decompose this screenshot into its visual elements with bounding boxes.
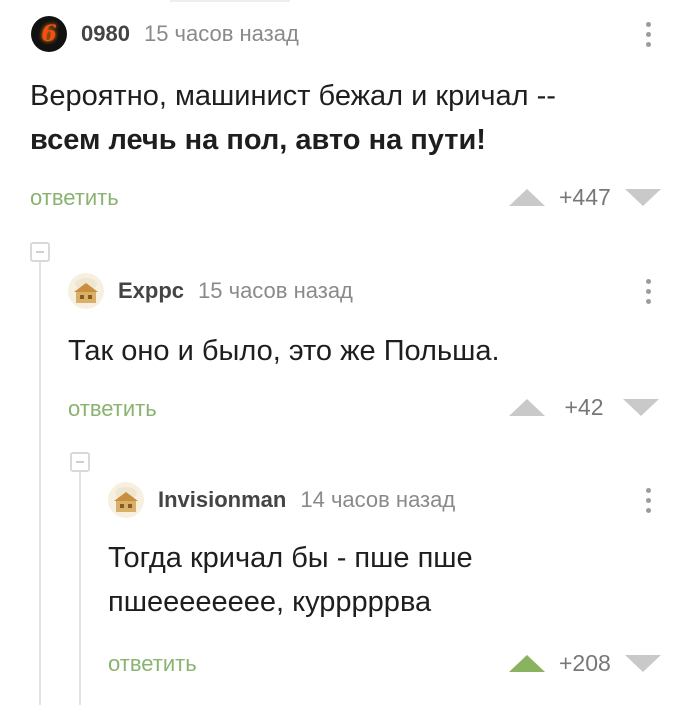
reply-button[interactable]: ответить <box>108 651 197 677</box>
reply-button[interactable]: ответить <box>68 396 157 422</box>
timestamp[interactable]: 15 часов назад <box>198 278 353 304</box>
more-options-icon[interactable] <box>638 273 658 309</box>
timestamp[interactable]: 14 часов назад <box>300 487 455 513</box>
comment-header: Invisionman 14 часов назад <box>108 482 455 518</box>
user-avatar[interactable] <box>108 482 144 518</box>
comment-text-bold: всем лечь на пол, авто на пути! <box>30 124 486 156</box>
rating-score: +42 <box>564 393 604 420</box>
comment-text: Тогда кричал бы - пше пше пшееееееее, ку… <box>108 536 668 624</box>
comment-text-line: Так оно и было, это же Польша. <box>68 335 500 367</box>
avatar-glyph: 6 <box>41 21 57 47</box>
rating-score: +208 <box>559 649 611 676</box>
collapse-thread-button[interactable] <box>70 452 90 472</box>
rating-block: +208 <box>509 648 661 678</box>
upvote-arrow-icon[interactable] <box>509 188 545 206</box>
thread-line-level-2 <box>79 472 81 705</box>
user-avatar[interactable] <box>68 273 104 309</box>
comment-header: 6 0980 15 часов назад <box>31 16 299 52</box>
rating-score: +447 <box>559 183 611 210</box>
comment-header: Exppc 15 часов назад <box>68 273 353 309</box>
reply-button[interactable]: ответить <box>30 185 119 211</box>
username[interactable]: Exppc <box>118 278 184 304</box>
comment-text-line: Вероятно, машинист бежал и кричал -- <box>30 80 556 112</box>
collapse-thread-button[interactable] <box>30 242 50 262</box>
more-options-icon[interactable] <box>638 16 658 52</box>
more-options-icon[interactable] <box>638 482 658 518</box>
comment-text: Вероятно, машинист бежал и кричал -- все… <box>30 74 670 162</box>
thread-line-top <box>170 0 290 2</box>
rating-block: +447 <box>509 182 661 212</box>
username[interactable]: 0980 <box>81 21 130 47</box>
downvote-arrow-icon[interactable] <box>624 654 661 672</box>
downvote-arrow-icon[interactable] <box>624 188 661 206</box>
thread-line-level-1 <box>39 262 41 705</box>
rating-block: +42 <box>509 392 659 422</box>
comment-text-line: пшееееееее, курррррва <box>108 586 432 618</box>
comment-text-line: Тогда кричал бы - пше пше <box>108 542 473 574</box>
user-avatar[interactable]: 6 <box>31 16 67 52</box>
upvote-arrow-icon[interactable] <box>509 654 545 672</box>
house-avatar-icon <box>74 278 98 303</box>
house-avatar-icon <box>114 487 138 512</box>
downvote-arrow-icon[interactable] <box>623 398 659 416</box>
comment-text: Так оно и было, это же Польша. <box>68 329 668 373</box>
upvote-arrow-icon[interactable] <box>509 398 545 416</box>
username[interactable]: Invisionman <box>158 487 286 513</box>
timestamp[interactable]: 15 часов назад <box>144 21 299 47</box>
